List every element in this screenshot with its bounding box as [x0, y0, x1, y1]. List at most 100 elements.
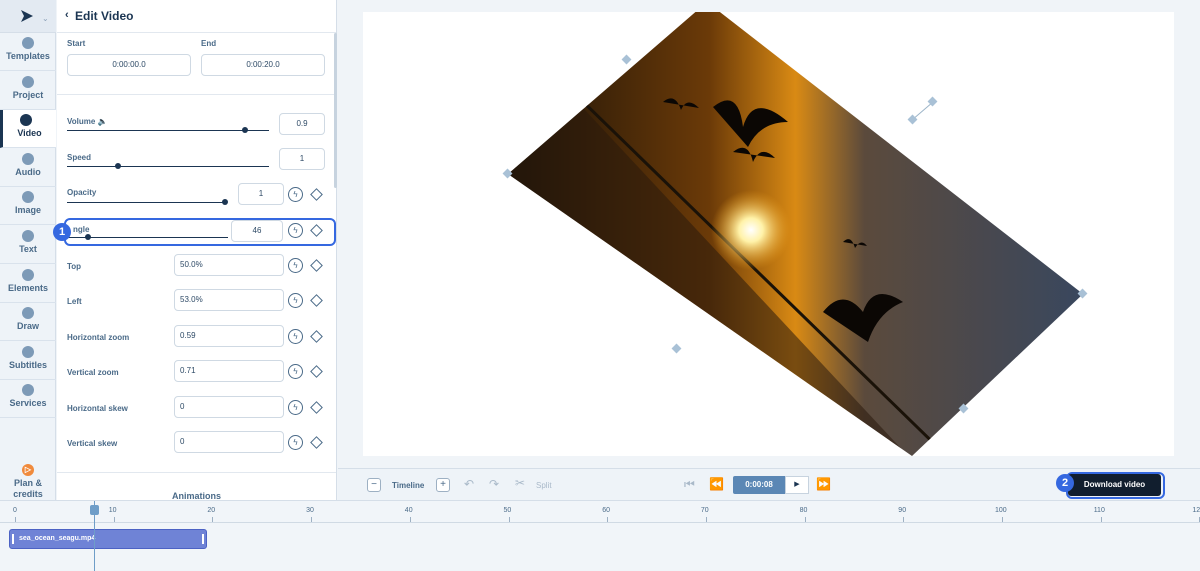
timeline-tick-label: 70: [700, 507, 709, 514]
step-badge-2: 2: [1056, 474, 1074, 492]
speed-input[interactable]: 1: [279, 148, 325, 170]
resize-handle-left[interactable]: [502, 168, 513, 179]
panel-title: Edit Video: [75, 9, 134, 23]
nav-item-label: Audio: [15, 166, 41, 177]
clip-trim-handle-right[interactable]: [202, 534, 204, 544]
download-video-button[interactable]: Download video: [1068, 474, 1161, 496]
fast-forward-icon[interactable]: ⏩: [816, 477, 831, 491]
left-animate-icon[interactable]: ϟ: [288, 293, 303, 308]
vertical-zoom-input[interactable]: 0.71: [174, 360, 284, 382]
nav-item-subtitles[interactable]: Subtitles: [0, 342, 56, 380]
vertical-skew-input[interactable]: 0: [174, 431, 284, 453]
opacity-keyframe-icon[interactable]: [310, 188, 323, 201]
current-time-display[interactable]: 0:00:08: [733, 476, 785, 494]
end-label: End: [201, 39, 217, 48]
nav-item-label: Elements: [7, 282, 49, 293]
end-time-input[interactable]: 0:00:20.0: [201, 54, 325, 76]
timeline-tick-label: 30: [306, 507, 314, 514]
nav-item-label: Project: [12, 89, 44, 100]
divider: [57, 472, 336, 473]
speed-slider-handle[interactable]: [114, 163, 121, 169]
step-badge-1: 1: [53, 223, 71, 241]
video-canvas[interactable]: [363, 2, 1174, 456]
top-label: Top: [67, 262, 82, 271]
redo-icon[interactable]: ↷: [489, 477, 499, 491]
nav-item-draw[interactable]: Draw: [0, 303, 56, 342]
volume-slider[interactable]: [67, 130, 269, 131]
timeline-zoom-out-button[interactable]: −: [367, 478, 381, 492]
angle-highlight: [64, 218, 336, 246]
volume-slider-handle[interactable]: [241, 127, 248, 133]
opacity-input[interactable]: 1: [238, 183, 284, 205]
nav-item-audio[interactable]: Audio: [0, 149, 56, 187]
timeline-ruler[interactable]: [0, 522, 1200, 523]
nav-item-label: Image: [14, 205, 41, 216]
plan-credits-button[interactable]: ▷ Plan & credits: [0, 460, 56, 500]
top-keyframe-icon[interactable]: [310, 259, 323, 272]
horizontal-skew-keyframe-icon[interactable]: [310, 401, 323, 414]
timeline-tick-label: 0: [13, 507, 17, 514]
play-button[interactable]: ▶: [785, 476, 809, 494]
back-arrow-icon[interactable]: ‹: [65, 9, 69, 21]
cc-icon: [22, 345, 34, 358]
nav-item-services[interactable]: Services: [0, 380, 56, 419]
left-nav: ⌄ Templates Project Video Audio Image Text Ele…: [0, 0, 56, 500]
undo-icon[interactable]: ↶: [464, 477, 474, 491]
vertical-zoom-animate-icon[interactable]: ϟ: [288, 364, 303, 379]
nav-item-image[interactable]: Image: [0, 187, 56, 226]
left-keyframe-icon[interactable]: [310, 294, 323, 307]
nav-item-text[interactable]: Text: [0, 226, 56, 264]
rewind-icon[interactable]: ⏪: [709, 477, 724, 491]
top-animate-icon[interactable]: ϟ: [288, 258, 303, 273]
timeline[interactable]: 0 10 20 30 40 50 60 70 80 90 100 110 120 sea_ocean_s…: [0, 500, 1200, 571]
animations-section-label[interactable]: Animations: [172, 491, 221, 500]
nav-item-templates[interactable]: Templates: [0, 33, 56, 71]
split-button[interactable]: Split: [536, 481, 552, 490]
divider: [57, 94, 336, 95]
top-input[interactable]: 50.0%: [174, 254, 284, 276]
panel-scrollbar[interactable]: [334, 33, 337, 188]
playhead-handle[interactable]: [89, 505, 99, 515]
nav-item-elements[interactable]: Elements: [0, 265, 56, 303]
app-logo[interactable]: ⌄: [0, 0, 56, 33]
vertical-skew-animate-icon[interactable]: ϟ: [288, 435, 303, 450]
horizontal-zoom-label: Horizontal zoom: [67, 333, 130, 342]
horizontal-zoom-input[interactable]: 0.59: [174, 325, 284, 347]
pencil-icon: [22, 307, 34, 320]
volume-label: Volume 🔈: [67, 117, 108, 126]
timeline-tick-label: 40: [404, 507, 413, 514]
clip-trim-handle-left[interactable]: [12, 534, 14, 544]
opacity-slider-handle[interactable]: [222, 199, 228, 205]
grid-icon: [22, 75, 34, 88]
vertical-zoom-keyframe-icon[interactable]: [310, 365, 323, 378]
timeline-zoom-in-button[interactable]: +: [436, 478, 450, 492]
start-time-input[interactable]: 0:00:00.0: [67, 54, 191, 76]
nav-item-project[interactable]: Project: [0, 72, 56, 110]
resize-handle-top-left[interactable]: [621, 54, 632, 65]
vertical-skew-keyframe-icon[interactable]: [310, 436, 323, 449]
volume-input[interactable]: 0.9: [279, 113, 325, 135]
speed-slider[interactable]: [67, 166, 269, 167]
scissors-icon[interactable]: ✂: [515, 476, 525, 490]
horizontal-zoom-keyframe-icon[interactable]: [310, 330, 323, 343]
nav-item-video[interactable]: Video: [0, 110, 56, 149]
logo-icon: [21, 10, 33, 22]
plan-icon: ▷: [22, 464, 34, 476]
resize-handle-bottom-left[interactable]: [671, 343, 682, 354]
opacity-slider[interactable]: [67, 202, 225, 203]
video-clip[interactable]: sea_ocean_seagu.mp4: [9, 529, 207, 549]
horizontal-skew-animate-icon[interactable]: ϟ: [288, 400, 303, 415]
timeline-tick-label: 60: [602, 507, 610, 514]
timeline-tick-label: 10: [108, 507, 117, 514]
horizontal-zoom-animate-icon[interactable]: ϟ: [288, 329, 303, 344]
left-label: Left: [67, 297, 82, 306]
video-preview[interactable]: [363, 2, 1174, 456]
chevron-down-icon[interactable]: ⌄: [42, 14, 49, 23]
timeline-tick-label: 110: [1093, 507, 1105, 514]
left-input[interactable]: 53.0%: [174, 289, 284, 311]
opacity-animate-icon[interactable]: ϟ: [288, 187, 303, 202]
horizontal-skew-input[interactable]: 0: [174, 396, 284, 418]
nav-item-label: Subtitles: [8, 359, 47, 370]
image-icon: [22, 191, 34, 204]
skip-to-start-icon[interactable]: ⏮: [684, 477, 695, 492]
